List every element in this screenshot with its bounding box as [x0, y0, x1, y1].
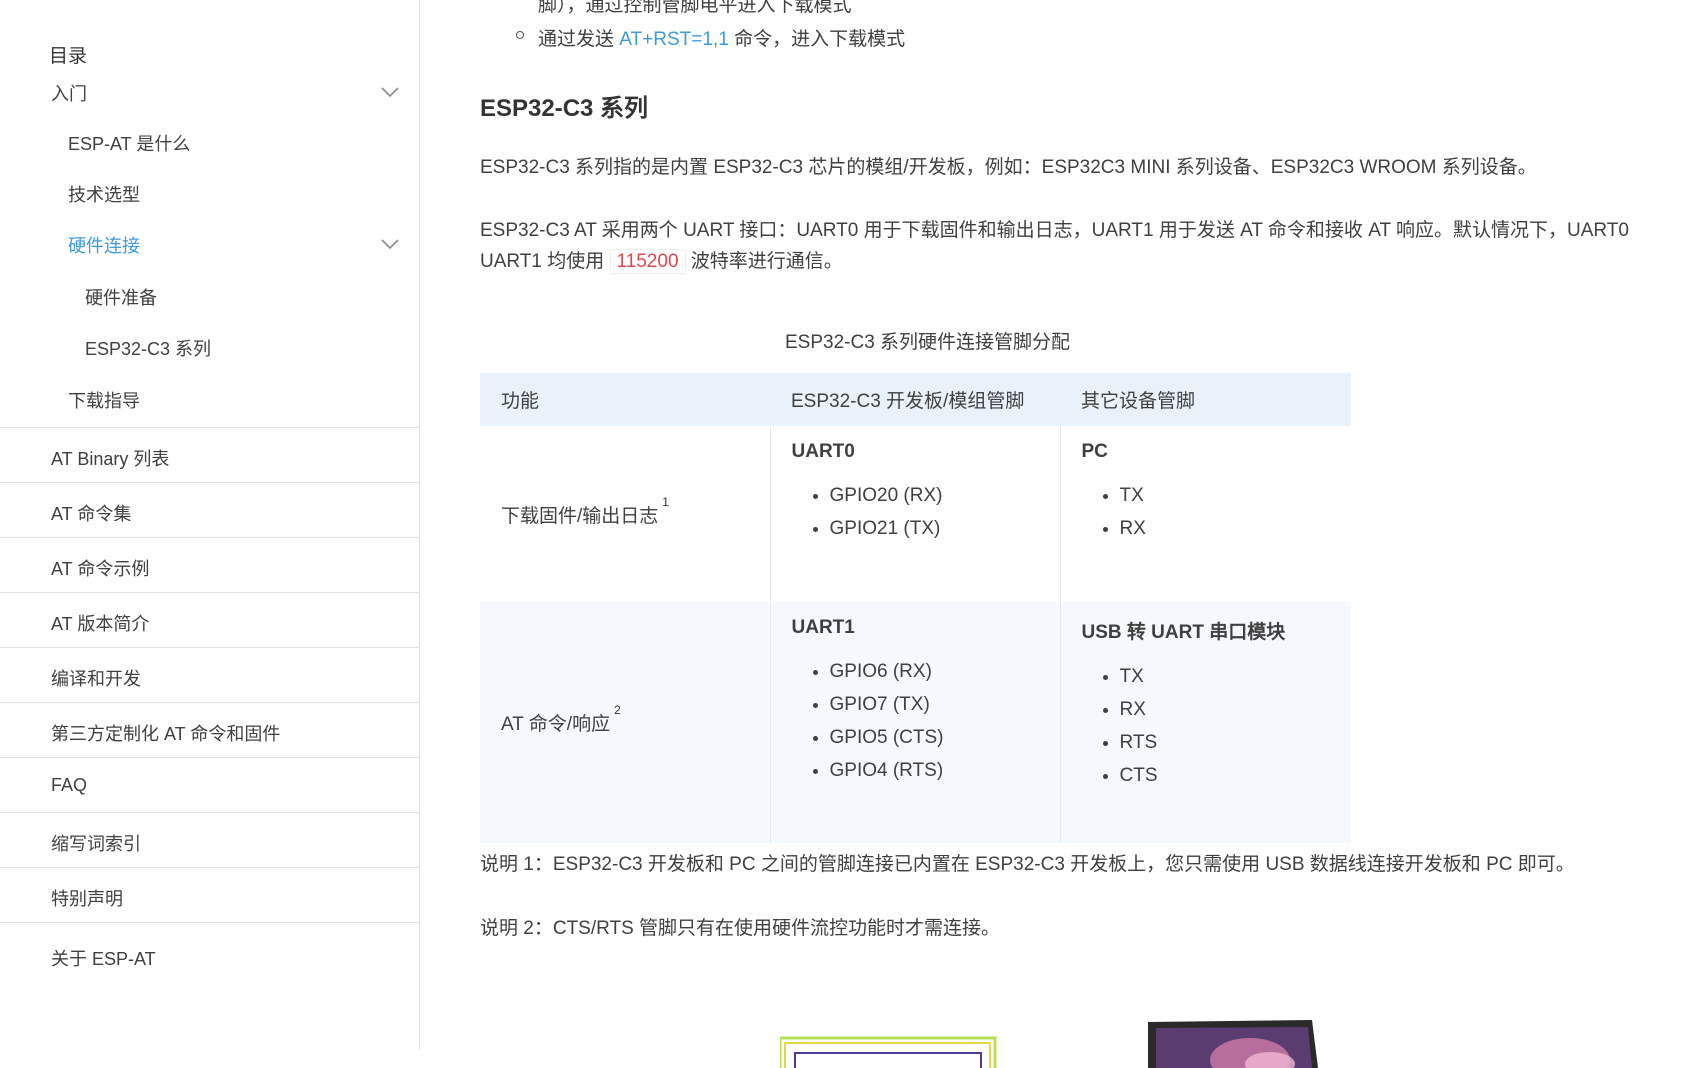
sidebar-item-disclaimer[interactable]: 特别声明: [0, 867, 419, 923]
sidebar-item-label: 第三方定制化 AT 命令和固件: [51, 724, 281, 744]
sidebar-item-label: 特别声明: [51, 889, 123, 909]
download-mode-bullet: 通过发送 AT+RST=1,1 命令，进入下载模式: [538, 24, 905, 51]
sidebar-item-at-binary-list[interactable]: AT Binary 列表: [0, 427, 419, 483]
list-item: RX: [1120, 512, 1352, 545]
board-pin-cell: UART0 GPIO20 (RX) GPIO21 (TX): [770, 426, 1061, 602]
uart-head: UART1: [791, 617, 855, 638]
laptop-icon: [1148, 1020, 1318, 1068]
sidebar-item-label: AT 命令示例: [51, 559, 150, 579]
list-item: GPIO4 (RTS): [830, 754, 1060, 787]
cut-off-line: 脚），通过控制管脚电平进入下载模式: [538, 0, 852, 16]
list-item: GPIO20 (RX): [830, 479, 1060, 512]
sidebar-item-esp32-c3-series[interactable]: ESP32-C3 系列: [0, 335, 419, 365]
chevron-down-icon[interactable]: [381, 86, 399, 98]
sidebar-item-third-party-custom[interactable]: 第三方定制化 AT 命令和固件: [0, 702, 419, 758]
table-caption: ESP32-C3 系列硬件连接管脚分配: [785, 332, 1071, 353]
function-cell: 下载固件/输出日志1: [480, 426, 771, 602]
list-item: GPIO21 (TX): [830, 512, 1060, 545]
sidebar-item-label: 硬件准备: [85, 288, 157, 308]
list-item: GPIO7 (TX): [830, 688, 1060, 721]
chevron-down-icon[interactable]: [381, 238, 399, 250]
uart-head: UART0: [791, 441, 855, 462]
table-row: AT 命令/响应2 UART1 GPIO6 (RX) GPIO7 (TX) GP…: [480, 602, 1351, 843]
function-label: 下载固件/输出日志: [501, 505, 659, 527]
sidebar: 目录 入门 ESP-AT 是什么 技术选型 硬件连接 硬件准备 ESP32-C3…: [0, 0, 420, 1050]
sidebar-item-label: 入门: [51, 84, 87, 104]
pin-list: TX RX RTS CTS: [1082, 660, 1352, 792]
pin-list: GPIO6 (RX) GPIO7 (TX) GPIO5 (CTS) GPIO4 …: [792, 655, 1060, 787]
note-1: 说明 1：ESP32-C3 开发板和 PC 之间的管脚连接已内置在 ESP32-…: [480, 854, 1575, 875]
at-rst-link[interactable]: AT+RST=1,1: [619, 29, 728, 50]
sidebar-item-what-is-esp-at[interactable]: ESP-AT 是什么: [0, 130, 419, 160]
list-item: GPIO5 (CTS): [830, 721, 1060, 754]
section-title: ESP32-C3 系列: [480, 95, 649, 122]
sidebar-item-hardware-connection[interactable]: 硬件连接: [0, 232, 419, 262]
list-item: RX: [1120, 693, 1352, 726]
sidebar-item-faq[interactable]: FAQ: [0, 757, 419, 813]
footnote-link[interactable]: 1: [662, 495, 669, 509]
series-description: ESP32-C3 系列指的是内置 ESP32-C3 芯片的模组/开发板，例如：E…: [480, 157, 1537, 178]
other-pin-cell: USB 转 UART 串口模块 TX RX RTS CTS: [1060, 602, 1351, 843]
board-pin-cell: UART1 GPIO6 (RX) GPIO7 (TX) GPIO5 (CTS) …: [770, 602, 1061, 843]
header-function: 功能: [480, 373, 770, 426]
baud-rate-code: 115200: [609, 249, 686, 274]
uart-description-line2: UART1 均使用 115200 波特率进行通信。: [480, 246, 843, 274]
sidebar-item-label: ESP32-C3 系列: [85, 339, 212, 359]
sidebar-item-at-command-examples[interactable]: AT 命令示例: [0, 537, 419, 593]
sidebar-item-compile-develop[interactable]: 编译和开发: [0, 647, 419, 703]
sidebar-item-tech-selection[interactable]: 技术选型: [0, 181, 419, 211]
sidebar-item-download-guide[interactable]: 下载指导: [0, 387, 419, 417]
function-cell: AT 命令/响应2: [480, 602, 771, 843]
sidebar-item-hardware-prep[interactable]: 硬件准备: [0, 284, 419, 314]
pin-assignment-table: 功能 ESP32-C3 开发板/模组管脚 其它设备管脚 下载固件/输出日志1 U…: [480, 373, 1351, 843]
device-head: PC: [1081, 441, 1108, 462]
device-head: USB 转 UART 串口模块: [1081, 622, 1286, 643]
header-other-pins: 其它设备管脚: [1060, 373, 1351, 426]
table-row: 下载固件/输出日志1 UART0 GPIO20 (RX) GPIO21 (TX)…: [480, 426, 1351, 602]
sidebar-item-at-command-set[interactable]: AT 命令集: [0, 482, 419, 538]
sidebar-item-label: AT 版本简介: [51, 614, 150, 634]
hardware-connection-diagram: [780, 1020, 1318, 1068]
other-pin-cell: PC TX RX: [1060, 426, 1351, 602]
sidebar-item-abbreviation-index[interactable]: 缩写词索引: [0, 812, 419, 868]
toc-title: 目录: [49, 46, 88, 67]
sidebar-item-label: 硬件连接: [68, 236, 140, 256]
header-board-pins: ESP32-C3 开发板/模组管脚: [770, 373, 1060, 426]
list-item: TX: [1120, 660, 1352, 693]
bullet-prefix: 通过发送: [538, 29, 615, 50]
sidebar-item-label: AT Binary 列表: [51, 449, 170, 469]
pin-list: GPIO20 (RX) GPIO21 (TX): [792, 479, 1060, 545]
sidebar-item-label: 下载指导: [68, 391, 140, 411]
line2-suffix: 波特率进行通信。: [690, 251, 843, 272]
sidebar-item-label: ESP-AT 是什么: [68, 134, 191, 154]
board-illustration: [780, 1036, 997, 1068]
list-item: CTS: [1120, 759, 1352, 792]
function-label: AT 命令/响应: [501, 714, 611, 735]
list-item: RTS: [1120, 726, 1352, 759]
footnote-link[interactable]: 2: [614, 703, 621, 717]
pin-list: TX RX: [1082, 479, 1352, 545]
sidebar-item-label: AT 命令集: [51, 504, 132, 524]
circle-bullet-icon: [516, 31, 524, 39]
sidebar-item-label: 编译和开发: [51, 669, 141, 689]
line2-prefix: UART1 均使用: [480, 251, 605, 272]
uart-description-line1: ESP32-C3 AT 采用两个 UART 接口：UART0 用于下载固件和输出…: [480, 220, 1629, 241]
sidebar-item-at-version-intro[interactable]: AT 版本简介: [0, 592, 419, 648]
note-2: 说明 2：CTS/RTS 管脚只有在使用硬件流控功能时才需连接。: [480, 918, 1001, 939]
sidebar-item-label: 缩写词索引: [51, 834, 141, 854]
main-content: 脚），通过控制管脚电平进入下载模式 通过发送 AT+RST=1,1 命令，进入下…: [480, 0, 1689, 1068]
sidebar-item-label: 关于 ESP-AT: [51, 949, 156, 969]
sidebar-item-label: 技术选型: [68, 185, 140, 205]
list-item: GPIO6 (RX): [830, 655, 1060, 688]
sidebar-item-label: FAQ: [51, 775, 88, 795]
sidebar-item-getting-started[interactable]: 入门: [0, 80, 419, 110]
sidebar-item-about-esp-at[interactable]: 关于 ESP-AT: [0, 922, 419, 978]
bullet-suffix: 命令，进入下载模式: [734, 29, 906, 50]
list-item: TX: [1120, 479, 1352, 512]
